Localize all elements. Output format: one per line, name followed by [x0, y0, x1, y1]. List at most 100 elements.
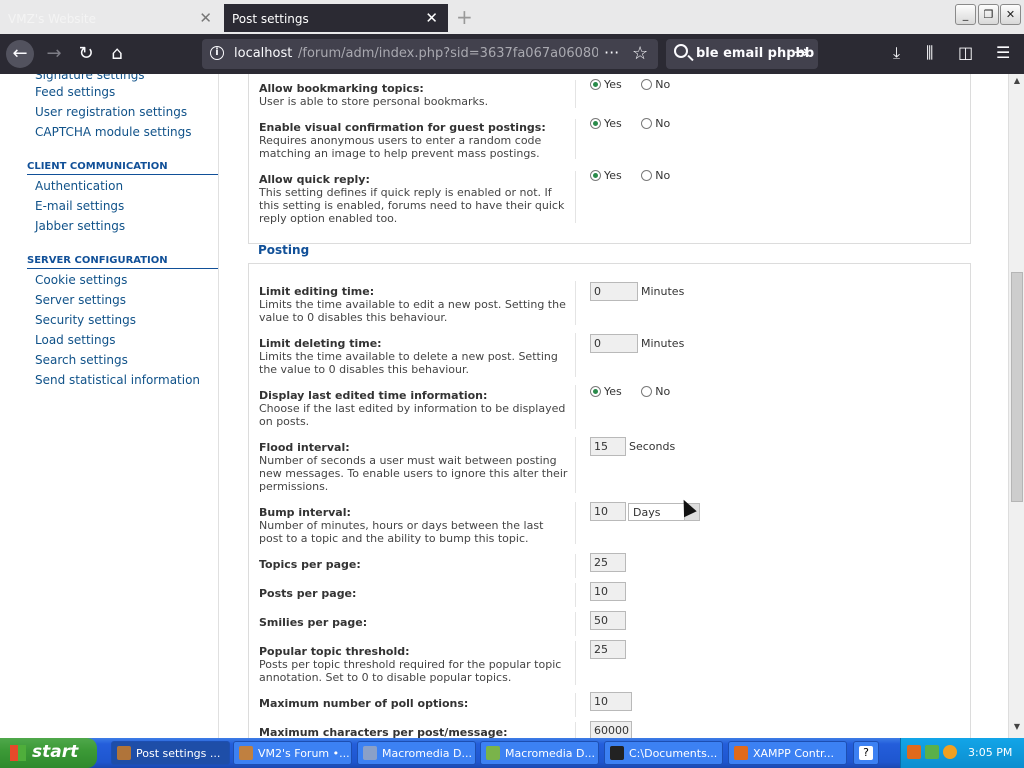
maximize-button[interactable]: ❐: [978, 4, 999, 25]
radio-yes[interactable]: [590, 170, 601, 181]
network-tray-icon[interactable]: [925, 745, 939, 759]
radio-yes-label: Yes: [604, 169, 622, 182]
menu-link-email-settings[interactable]: E-mail settings: [35, 199, 124, 213]
setting-title: Maximum characters per post/message:: [259, 726, 508, 738]
separator: [575, 722, 576, 738]
setting-title: Display last edited time information:: [259, 389, 488, 402]
max-poll-options-input[interactable]: 10: [590, 692, 632, 711]
separator: [575, 385, 576, 429]
setting-desc: Requires anonymous users to enter a rand…: [259, 134, 542, 160]
bookmark-star-icon[interactable]: ☆: [632, 43, 648, 64]
taskbar-item-xampp[interactable]: XAMPP Contr...: [728, 741, 847, 765]
vertical-scrollbar[interactable]: ▲ ▼: [1008, 74, 1024, 738]
library-icon[interactable]: ⫼: [926, 43, 933, 63]
search-input[interactable]: ble email phpbb →: [666, 39, 818, 69]
setting-desc: Number of seconds a user must wait betwe…: [259, 454, 568, 493]
menu-link-security-settings[interactable]: Security settings: [35, 313, 136, 327]
radio-no[interactable]: [641, 386, 653, 397]
setting-desc: User is able to store personal bookmarks…: [259, 95, 489, 108]
xampp-tray-icon[interactable]: [907, 745, 921, 759]
menu-link-captcha-settings[interactable]: CAPTCHA module settings: [35, 125, 192, 139]
setting-desc: Posts per topic threshold required for t…: [259, 658, 562, 684]
popular-threshold-input[interactable]: 25: [590, 640, 626, 659]
setting-title: Popular topic threshold:: [259, 645, 410, 658]
limit-deleting-input[interactable]: 0: [590, 334, 638, 353]
bump-interval-input[interactable]: 10: [590, 502, 626, 521]
radio-no[interactable]: [641, 170, 653, 181]
radio-yes[interactable]: [590, 386, 601, 397]
forward-arrow-icon[interactable]: →: [40, 40, 68, 68]
reload-icon[interactable]: ↻: [72, 40, 100, 68]
title-bar: VMZ's Website ✕ Post settings ✕ + _ ❐ ✕: [0, 0, 1024, 34]
section-title-posting: Posting: [258, 243, 310, 257]
url-host: localhost: [234, 46, 293, 61]
menu-link-user-registration-settings[interactable]: User registration settings: [35, 105, 187, 119]
search-tray-icon[interactable]: [943, 745, 957, 759]
flood-interval-input[interactable]: 15: [590, 437, 626, 456]
back-arrow-icon[interactable]: ←: [6, 40, 34, 68]
search-icon: [674, 44, 688, 58]
setting-desc: Number of minutes, hours or days between…: [259, 519, 544, 545]
menu-link-authentication[interactable]: Authentication: [35, 179, 123, 193]
start-button[interactable]: start: [0, 738, 97, 768]
close-window-button[interactable]: ✕: [1000, 4, 1021, 25]
radio-no[interactable]: [641, 118, 653, 129]
xampp-icon: [734, 746, 748, 760]
radio-yes[interactable]: [590, 79, 601, 90]
taskbar-item-label: Post settings ...: [136, 747, 221, 760]
scroll-thumb[interactable]: [1011, 272, 1023, 502]
limit-editing-input[interactable]: 0: [590, 282, 638, 301]
menu-link-server-settings[interactable]: Server settings: [35, 293, 126, 307]
menu-heading-server-configuration: SERVER CONFIGURATION: [27, 255, 218, 269]
separator: [575, 171, 576, 223]
setting-title: Posts per page:: [259, 587, 357, 600]
taskbar-item-label: Macromedia D...: [382, 747, 473, 760]
separator: [575, 119, 576, 159]
taskbar-item-forum[interactable]: VM2's Forum •...: [233, 741, 352, 765]
radio-no-label: No: [655, 117, 671, 130]
setting-title: Allow quick reply:: [259, 173, 370, 186]
separator: [575, 333, 576, 377]
taskbar-help-button[interactable]: ?: [853, 741, 879, 765]
menu-link-search-settings[interactable]: Search settings: [35, 353, 128, 367]
posts-per-page-input[interactable]: 10: [590, 582, 626, 601]
sidebar-icon[interactable]: ◫: [958, 43, 973, 62]
new-tab-icon[interactable]: +: [456, 5, 473, 29]
tab-close-icon[interactable]: ✕: [425, 9, 438, 27]
menu-link-cookie-settings[interactable]: Cookie settings: [35, 273, 127, 287]
tab-post-settings[interactable]: Post settings ✕: [224, 4, 448, 32]
search-go-arrow-icon[interactable]: →: [794, 42, 809, 63]
dreamweaver-icon: [486, 746, 500, 760]
minimize-button[interactable]: _: [955, 4, 976, 25]
separator: [575, 554, 576, 578]
hamburger-menu-icon[interactable]: ☰: [996, 43, 1010, 62]
menu-divider: [218, 74, 219, 738]
taskbar-item-macromedia-2[interactable]: Macromedia D...: [480, 741, 599, 765]
smilies-per-page-input[interactable]: 50: [590, 611, 626, 630]
home-icon[interactable]: ⌂: [103, 40, 131, 68]
max-characters-input[interactable]: 60000: [590, 721, 632, 738]
menu-link-send-statistics[interactable]: Send statistical information: [35, 373, 200, 387]
menu-link-load-settings[interactable]: Load settings: [35, 333, 115, 347]
scroll-up-arrow-icon[interactable]: ▲: [1009, 76, 1024, 88]
radio-yes[interactable]: [590, 118, 601, 129]
page-actions-icon[interactable]: ···: [604, 43, 619, 62]
scroll-down-arrow-icon[interactable]: ▼: [1009, 722, 1024, 734]
radio-no[interactable]: [641, 79, 653, 90]
menu-link-jabber-settings[interactable]: Jabber settings: [35, 219, 125, 233]
firefox-icon: [239, 746, 253, 760]
setting-desc: Limits the time available to edit a new …: [259, 298, 566, 324]
topics-per-page-input[interactable]: 25: [590, 553, 626, 572]
menu-link-signature-settings[interactable]: Signature settings: [35, 74, 145, 82]
download-icon[interactable]: ⤓: [893, 43, 900, 63]
menu-link-feed-settings[interactable]: Feed settings: [35, 85, 115, 99]
taskbar-item-documents[interactable]: C:\Documents...: [604, 741, 723, 765]
tab-vmz-website[interactable]: VMZ's Website ✕: [0, 4, 222, 32]
taskbar-item-post-settings[interactable]: Post settings ...: [111, 741, 230, 765]
radio-no-label: No: [655, 78, 671, 91]
info-icon[interactable]: i: [210, 46, 224, 60]
taskbar-item-macromedia-1[interactable]: Macromedia D...: [357, 741, 476, 765]
tab-close-icon[interactable]: ✕: [199, 9, 212, 27]
firefox-icon: [117, 746, 131, 760]
url-bar[interactable]: i localhost /forum/adm/index.php?sid=363…: [202, 39, 658, 69]
